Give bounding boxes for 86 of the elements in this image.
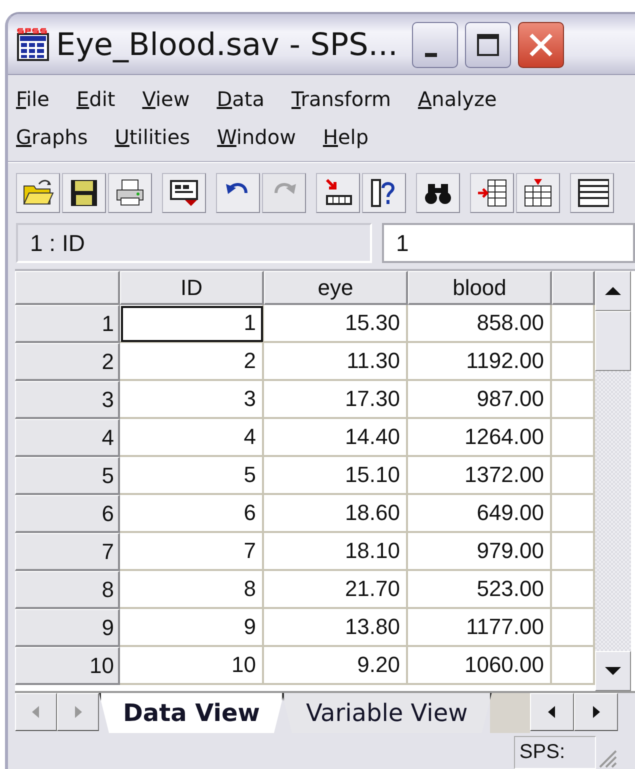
table-cell[interactable]: 1264.00 (408, 419, 552, 457)
menu-item[interactable]: File (16, 87, 50, 111)
folder-icon[interactable] (16, 173, 60, 213)
table-cell[interactable]: 858.00 (408, 305, 552, 343)
table-cell[interactable]: 7 (120, 533, 264, 571)
column-header[interactable]: ID (120, 271, 264, 305)
table-cell[interactable]: 987.00 (408, 381, 552, 419)
table-cell[interactable]: 1192.00 (408, 343, 552, 381)
menu-item[interactable]: Graphs (16, 125, 88, 149)
menu-item[interactable]: Data (216, 87, 264, 111)
window-title: Eye_Blood.sav - SPS... (56, 27, 398, 63)
table-cell[interactable]: 14.40 (264, 419, 408, 457)
table-cell[interactable]: 11.30 (264, 343, 408, 381)
insert-variable-icon[interactable] (516, 173, 560, 213)
row-header[interactable]: 4 (15, 419, 120, 457)
table-cell[interactable]: 17.30 (264, 381, 408, 419)
menu-item[interactable]: Help (322, 125, 369, 149)
table-cell[interactable]: 649.00 (408, 495, 552, 533)
table-cell[interactable]: 15.10 (264, 457, 408, 495)
go-to-case-icon[interactable] (316, 173, 360, 213)
table-cell[interactable]: 13.80 (264, 609, 408, 647)
table-cell[interactable]: 10 (120, 647, 264, 685)
row-header[interactable]: 7 (15, 533, 120, 571)
table-cell[interactable]: 2 (120, 343, 264, 381)
table-cell[interactable]: 5 (120, 457, 264, 495)
table-cell[interactable]: 6 (120, 495, 264, 533)
cell-reference-field: 1 : ID (16, 223, 372, 263)
right-arrow-icon (74, 706, 82, 718)
left-arrow-icon (548, 706, 556, 718)
table-cell[interactable]: 8 (120, 571, 264, 609)
cell-value-field[interactable]: 1 (382, 223, 635, 263)
minimize-icon (424, 53, 437, 57)
table-cell[interactable]: 21.70 (264, 571, 408, 609)
table-cell[interactable]: 4 (120, 419, 264, 457)
table-cell[interactable]: 1372.00 (408, 457, 552, 495)
table-cell[interactable]: 3 (120, 381, 264, 419)
binoculars-icon[interactable] (416, 173, 460, 213)
minimize-button[interactable] (412, 22, 458, 68)
maximize-button[interactable] (464, 22, 511, 68)
row-header[interactable]: 6 (15, 495, 120, 533)
status-text: SPS: (514, 736, 596, 769)
spreadsheet-icon (16, 28, 50, 62)
insert-case-icon[interactable] (470, 173, 514, 213)
table-cell[interactable]: 523.00 (408, 571, 552, 609)
table-cell[interactable]: 9 (120, 609, 264, 647)
menu-item[interactable]: Analyze (418, 87, 497, 111)
table-cell[interactable]: 9.20 (264, 647, 408, 685)
scroll-left-button[interactable] (530, 693, 574, 731)
scroll-down-button[interactable] (595, 651, 631, 691)
row-header[interactable]: 3 (15, 381, 120, 419)
menu-item[interactable]: Utilities (114, 125, 190, 149)
left-arrow-icon (32, 706, 40, 718)
table-cell[interactable]: 1 (120, 305, 264, 343)
scroll-thumb[interactable] (595, 311, 631, 371)
up-arrow-icon (604, 286, 622, 296)
table-cell[interactable]: 1177.00 (408, 609, 552, 647)
vertical-scrollbar[interactable] (595, 271, 631, 691)
split-table-icon[interactable] (570, 173, 614, 213)
menu-item[interactable]: Transform (291, 87, 391, 111)
table-cell[interactable]: 979.00 (408, 533, 552, 571)
scroll-right-button[interactable] (57, 693, 99, 731)
menu-item[interactable]: Edit (76, 87, 116, 111)
table-cell[interactable]: 18.10 (264, 533, 408, 571)
menu-item[interactable]: View (142, 87, 190, 111)
row-header[interactable]: 2 (15, 343, 120, 381)
row-header[interactable]: 8 (15, 571, 120, 609)
scroll-up-button[interactable] (595, 271, 631, 311)
table-cell[interactable]: 1060.00 (408, 647, 552, 685)
row-header[interactable]: 10 (15, 647, 120, 685)
column-header[interactable]: eye (264, 271, 408, 305)
dialog-icon[interactable] (162, 173, 206, 213)
down-arrow-icon (604, 666, 622, 676)
scroll-right-button[interactable] (574, 693, 618, 731)
table-cell[interactable]: 18.60 (264, 495, 408, 533)
close-button[interactable] (518, 22, 564, 68)
right-arrow-icon (592, 706, 600, 718)
row-header[interactable]: 9 (15, 609, 120, 647)
table-cell[interactable]: 15.30 (264, 305, 408, 343)
row-header[interactable]: 1 (15, 305, 120, 343)
variable-help-icon[interactable] (362, 173, 406, 213)
row-header[interactable]: 5 (15, 457, 120, 495)
column-header[interactable]: blood (408, 271, 552, 305)
printer-icon[interactable] (108, 173, 152, 213)
scroll-left-button[interactable] (15, 693, 57, 731)
menu-item[interactable]: Window (217, 125, 296, 149)
sheet-tab[interactable]: Data View (99, 693, 284, 733)
